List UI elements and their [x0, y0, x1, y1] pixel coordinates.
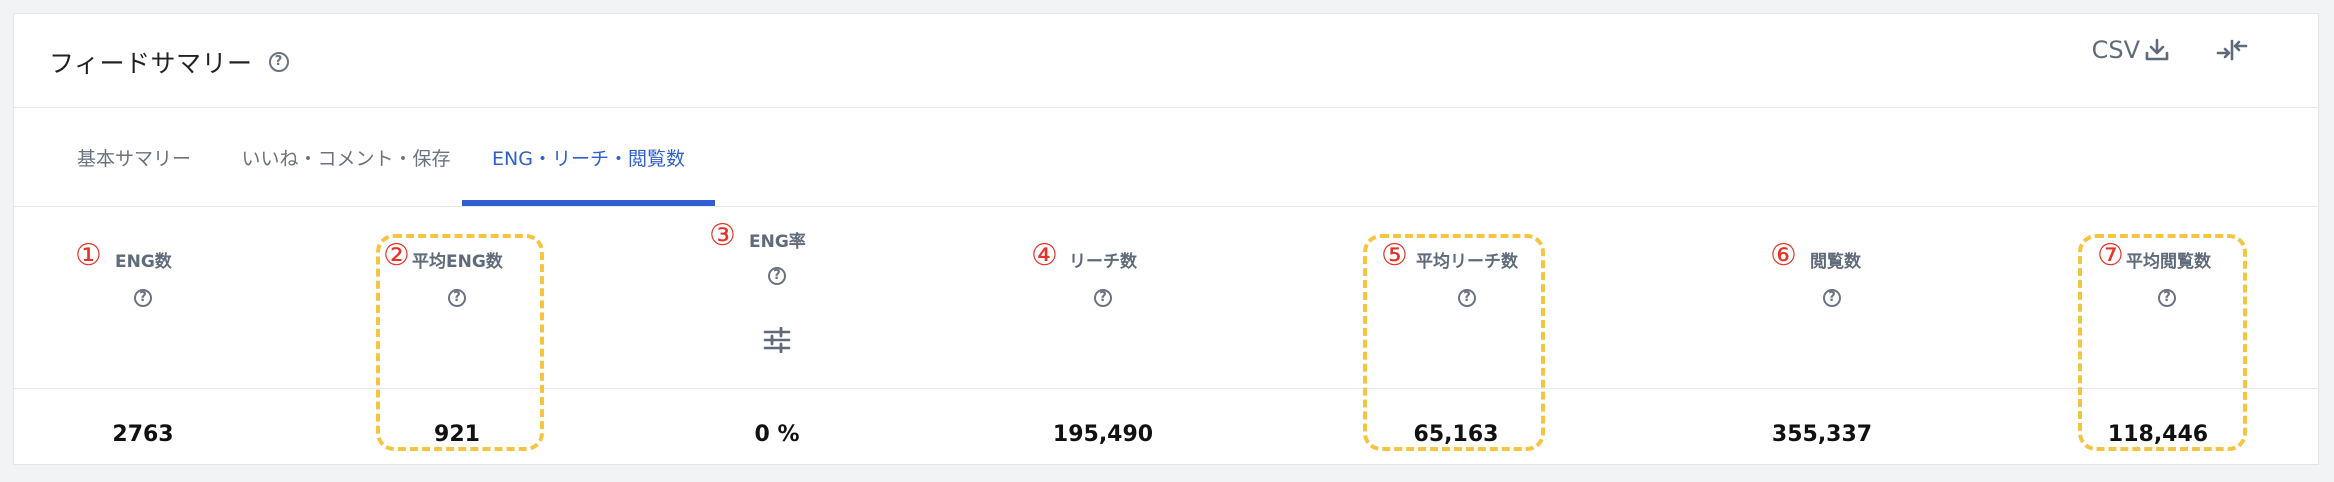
metric-label: 平均ENG数: [412, 252, 503, 272]
sliders-icon[interactable]: [762, 327, 792, 353]
collapse-button[interactable]: [2216, 37, 2248, 63]
metric-label: ENG数: [115, 252, 172, 272]
metric-label: 平均閲覧数: [2126, 252, 2211, 272]
csv-label: CSV: [2091, 36, 2140, 64]
annotation-number: ①: [75, 238, 102, 273]
value-avg-eng-count: 921: [434, 422, 480, 447]
annotation-number: ④: [1031, 238, 1058, 273]
value-reach-count: 195,490: [1052, 422, 1154, 447]
page-title: フィードサマリー: [49, 49, 253, 78]
annotation-number: ⑤: [1381, 238, 1408, 273]
header-actions: CSV: [2092, 36, 2248, 64]
question-circle-icon[interactable]: ?: [448, 289, 466, 307]
collapse-arrows-icon: [2216, 39, 2248, 61]
metric-label: 平均リーチ数: [1416, 252, 1518, 272]
annotation-number: ②: [383, 238, 410, 273]
question-circle-icon[interactable]: ?: [2158, 289, 2176, 307]
question-circle-icon[interactable]: ?: [134, 289, 152, 307]
metric-label: リーチ数: [1069, 252, 1137, 272]
annotation-number: ⑦: [2097, 238, 2124, 273]
value-view-count: 355,337: [1771, 422, 1873, 447]
value-avg-view-count: 118,446: [2107, 422, 2209, 447]
card-header: フィードサマリー ? CSV: [14, 14, 2318, 108]
annotation-number: ⑥: [1770, 238, 1797, 273]
tab-eng-reach-views[interactable]: ENG・リーチ・閲覧数: [462, 108, 715, 206]
question-circle-icon[interactable]: ?: [268, 52, 289, 72]
feed-summary-card: フィードサマリー ? CSV 基本サマリー いいね・コメント・保存 ENG・リー…: [13, 13, 2319, 465]
title-group: フィードサマリー ?: [49, 44, 289, 80]
tab-bar: 基本サマリー いいね・コメント・保存 ENG・リーチ・閲覧数: [14, 108, 2318, 207]
question-circle-icon[interactable]: ?: [1823, 289, 1841, 307]
metrics-value-row: 2763 921 0 % 195,490 65,163 355,337 118,…: [14, 389, 2318, 466]
metrics-header-row: ① ENG数 ? ② 平均ENG数 ? ③ ENG率 ? ④ リーチ数 ? ⑤ …: [14, 207, 2318, 389]
question-circle-icon[interactable]: ?: [1094, 289, 1112, 307]
value-avg-reach-count: 65,163: [1413, 422, 1499, 447]
csv-download-button[interactable]: CSV: [2092, 36, 2170, 64]
question-circle-icon[interactable]: ?: [768, 267, 786, 285]
annotation-number: ③: [709, 218, 736, 253]
question-circle-icon[interactable]: ?: [1458, 289, 1476, 307]
value-eng-count: 2763: [112, 422, 174, 447]
metric-label: ENG率: [749, 232, 806, 252]
download-icon: [2145, 38, 2169, 61]
tab-likes-comments-saves[interactable]: いいね・コメント・保存: [226, 108, 466, 206]
metric-label: 閲覧数: [1810, 252, 1861, 272]
value-eng-rate: 0 %: [754, 422, 800, 447]
tab-basic-summary[interactable]: 基本サマリー: [48, 108, 220, 206]
